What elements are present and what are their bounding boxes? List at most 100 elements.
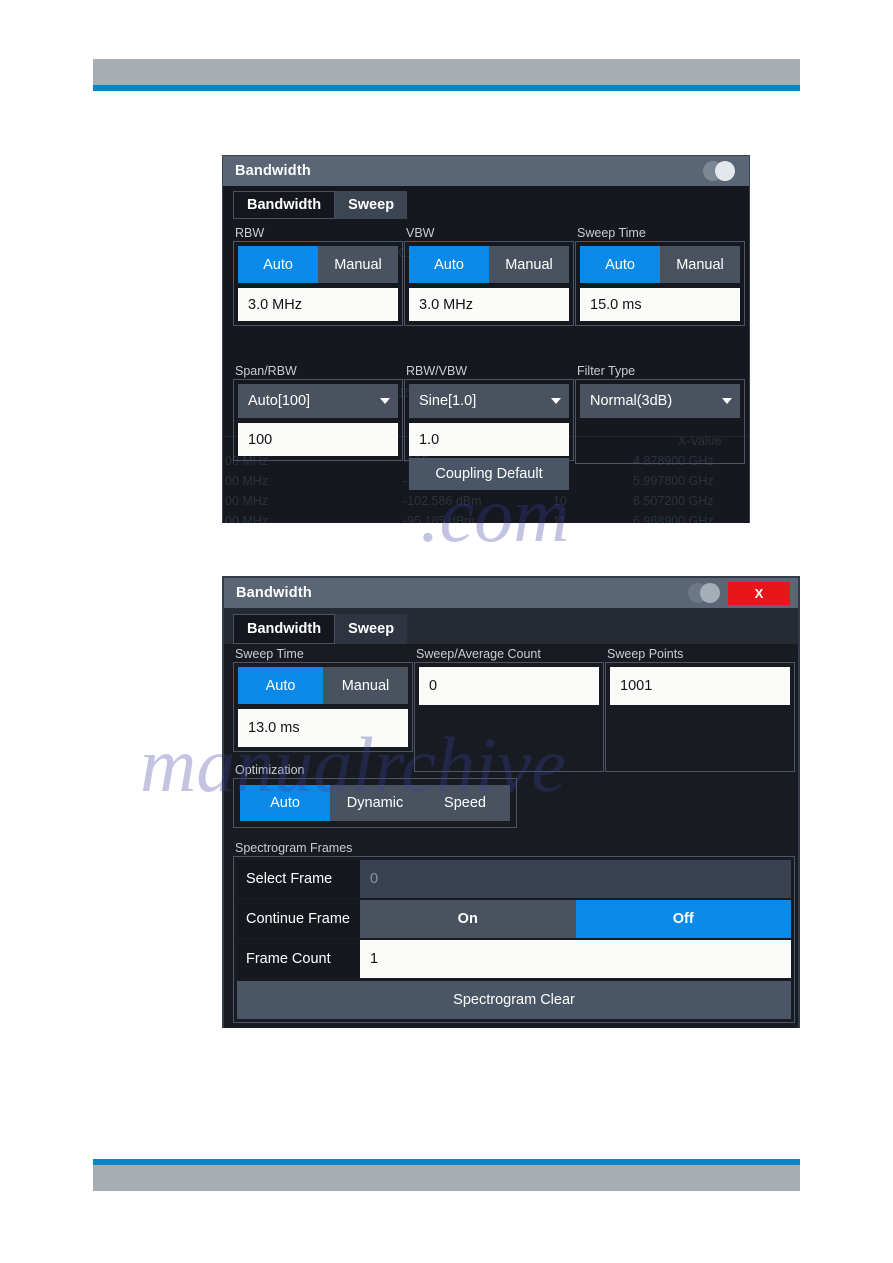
continue-frame-segmented[interactable]: On Off bbox=[360, 900, 791, 938]
rbw-value-text: 3.0 MHz bbox=[248, 296, 302, 313]
spectrogram-clear-button[interactable]: Spectrogram Clear bbox=[237, 981, 791, 1019]
group-optimization-label: Optimization bbox=[235, 763, 305, 777]
group-sweep-time-frame: Auto Manual 15.0 ms bbox=[575, 241, 745, 326]
backdrop-row-1-c1: 00 MHz bbox=[225, 474, 269, 488]
group-filter-type: Filter Type Normal(3dB) bbox=[575, 364, 745, 464]
frame-count-input[interactable]: 1 bbox=[360, 940, 791, 978]
rbw-value-input[interactable]: 3.0 MHz bbox=[238, 288, 398, 321]
sweep-average-count-input[interactable]: 0 bbox=[419, 667, 599, 705]
group-sweep-average-count-frame: 0 bbox=[414, 662, 604, 772]
sweep-time-auto-label: Auto bbox=[605, 256, 635, 273]
span-rbw-value-input[interactable]: 100 bbox=[238, 423, 398, 456]
sweep-time-auto-option[interactable]: Auto bbox=[238, 667, 323, 704]
group-sweep-points-label: Sweep Points bbox=[607, 647, 684, 661]
tab-bandwidth[interactable]: Bandwidth bbox=[233, 191, 336, 219]
tab-sweep[interactable]: Sweep bbox=[335, 191, 408, 219]
group-spectrogram-frames-label: Spectrogram Frames bbox=[235, 841, 353, 855]
dialog1-tabstrip[interactable]: Bandwidth Sweep bbox=[223, 186, 749, 219]
dialog1-titlebar[interactable]: Bandwidth bbox=[223, 156, 749, 186]
select-frame-value[interactable]: 0 bbox=[360, 860, 791, 898]
continue-frame-on-label: On bbox=[457, 911, 478, 927]
rbw-auto-option[interactable]: Auto bbox=[238, 246, 318, 283]
vbw-value-input[interactable]: 3.0 MHz bbox=[409, 288, 569, 321]
sweep-time-mode-segmented[interactable]: Auto Manual bbox=[238, 667, 408, 704]
bandwidth-dialog-floating[interactable]: Bandwidth X Bandwidth Sweep Sweep Time A… bbox=[222, 576, 800, 1028]
vbw-mode-segmented[interactable]: Auto Manual bbox=[409, 246, 569, 283]
rbw-vbw-dropdown[interactable]: Sine[1.0] bbox=[409, 384, 569, 418]
rbw-vbw-value-input[interactable]: 1.0 bbox=[409, 423, 569, 456]
span-rbw-dropdown[interactable]: Auto[100] bbox=[238, 384, 398, 418]
group-vbw-frame: Auto Manual 3.0 MHz bbox=[404, 241, 574, 326]
row-continue-frame[interactable]: Continue Frame On Off bbox=[237, 900, 791, 938]
group-vbw: VBW Auto Manual 3.0 MHz bbox=[404, 226, 574, 326]
sweep-average-count-text: 0 bbox=[429, 678, 438, 694]
chevron-down-icon bbox=[380, 398, 390, 404]
group-rbw-label: RBW bbox=[235, 226, 265, 240]
sweep-time-value-input[interactable]: 13.0 ms bbox=[238, 709, 408, 747]
sweep-time-value-text: 13.0 ms bbox=[248, 720, 300, 736]
sweep-time-auto-option[interactable]: Auto bbox=[580, 246, 660, 283]
page-header-bar bbox=[93, 59, 800, 91]
backdrop-row-2-c3: 10 bbox=[553, 494, 567, 508]
sweep-time-value-input[interactable]: 15.0 ms bbox=[580, 288, 740, 321]
continue-frame-off-option[interactable]: Off bbox=[575, 900, 791, 938]
group-spectrogram-frames-frame: Select Frame 0 Continue Frame On Off Fra… bbox=[233, 856, 795, 1023]
dialog2-title: Bandwidth bbox=[236, 585, 312, 601]
optimization-segmented[interactable]: Auto Dynamic Speed bbox=[240, 785, 510, 821]
dialog1-title: Bandwidth bbox=[235, 163, 311, 179]
sweep-points-text: 1001 bbox=[620, 678, 653, 694]
group-rbw-frame: Auto Manual 3.0 MHz bbox=[233, 241, 403, 326]
continue-frame-label: Continue Frame bbox=[237, 900, 360, 938]
optimization-speed-option[interactable]: Speed bbox=[420, 785, 510, 821]
tab-sweep-label: Sweep bbox=[348, 197, 395, 213]
row-frame-count[interactable]: Frame Count 1 bbox=[237, 940, 791, 978]
overlapping-circles-icon[interactable] bbox=[703, 161, 737, 181]
tab-sweep-label: Sweep bbox=[348, 621, 395, 637]
dialog2-titlebar[interactable]: Bandwidth X bbox=[224, 578, 798, 608]
backdrop-row-2-c2: -102.586 dBm bbox=[403, 494, 482, 508]
overlapping-circles-icon[interactable] bbox=[688, 583, 722, 603]
rbw-manual-option[interactable]: Manual bbox=[318, 246, 398, 283]
close-button[interactable]: X bbox=[728, 581, 790, 605]
group-rbw: RBW Auto Manual 3.0 MHz bbox=[233, 226, 403, 326]
group-optimization-frame: Auto Dynamic Speed bbox=[233, 778, 517, 828]
row-select-frame[interactable]: Select Frame 0 bbox=[237, 860, 791, 898]
sweep-time-manual-label: Manual bbox=[341, 677, 390, 694]
sweep-points-input[interactable]: 1001 bbox=[610, 667, 790, 705]
filter-type-dropdown-value: Normal(3dB) bbox=[590, 393, 673, 409]
filter-type-dropdown[interactable]: Normal(3dB) bbox=[580, 384, 740, 418]
rbw-mode-segmented[interactable]: Auto Manual bbox=[238, 246, 398, 283]
vbw-value-text: 3.0 MHz bbox=[419, 296, 473, 313]
optimization-dynamic-label: Dynamic bbox=[346, 795, 404, 811]
sweep-time-manual-option[interactable]: Manual bbox=[660, 246, 740, 283]
group-sweep-average-count: Sweep/Average Count 0 bbox=[414, 647, 604, 772]
tab-bandwidth-label: Bandwidth bbox=[247, 621, 322, 637]
group-span-rbw-frame: Auto[100] 100 bbox=[233, 379, 403, 461]
vbw-auto-option[interactable]: Auto bbox=[409, 246, 489, 283]
vbw-manual-option[interactable]: Manual bbox=[489, 246, 569, 283]
group-span-rbw: Span/RBW Auto[100] 100 bbox=[233, 364, 403, 461]
sweep-time-mode-segmented[interactable]: Auto Manual bbox=[580, 246, 740, 283]
sweep-time-manual-label: Manual bbox=[676, 256, 724, 273]
header-blue-rule bbox=[93, 85, 800, 91]
vbw-manual-label: Manual bbox=[505, 256, 553, 273]
tab-bandwidth-label: Bandwidth bbox=[247, 197, 322, 213]
tab-bandwidth[interactable]: Bandwidth bbox=[233, 614, 336, 644]
dialog2-tabstrip[interactable]: Bandwidth Sweep bbox=[224, 608, 798, 644]
group-spectrogram-frames: Spectrogram Frames Select Frame 0 Contin… bbox=[233, 841, 795, 1023]
continue-frame-on-option[interactable]: On bbox=[360, 900, 576, 938]
rbw-vbw-value-text: 1.0 bbox=[419, 431, 440, 448]
select-frame-label: Select Frame bbox=[237, 860, 360, 898]
tab-sweep[interactable]: Sweep bbox=[335, 614, 408, 644]
coupling-default-button[interactable]: Coupling Default bbox=[409, 458, 569, 490]
sweep-time-auto-label: Auto bbox=[265, 677, 296, 694]
group-sweep-points-frame: 1001 bbox=[605, 662, 795, 772]
group-filter-type-frame: Normal(3dB) bbox=[575, 379, 745, 464]
sweep-time-manual-option[interactable]: Manual bbox=[323, 667, 408, 704]
group-sweep-points: Sweep Points 1001 bbox=[605, 647, 795, 772]
optimization-dynamic-option[interactable]: Dynamic bbox=[330, 785, 420, 821]
group-sweep-time: Sweep Time Auto Manual 15.0 ms bbox=[575, 226, 745, 326]
bandwidth-dialog-docked[interactable]: Bandwidth 1001 pts RBW 3.0 MHz 150 pts S… bbox=[222, 155, 750, 523]
optimization-auto-option[interactable]: Auto bbox=[240, 785, 330, 821]
backdrop-row-1-c4: 5.997800 GHz bbox=[633, 474, 714, 488]
